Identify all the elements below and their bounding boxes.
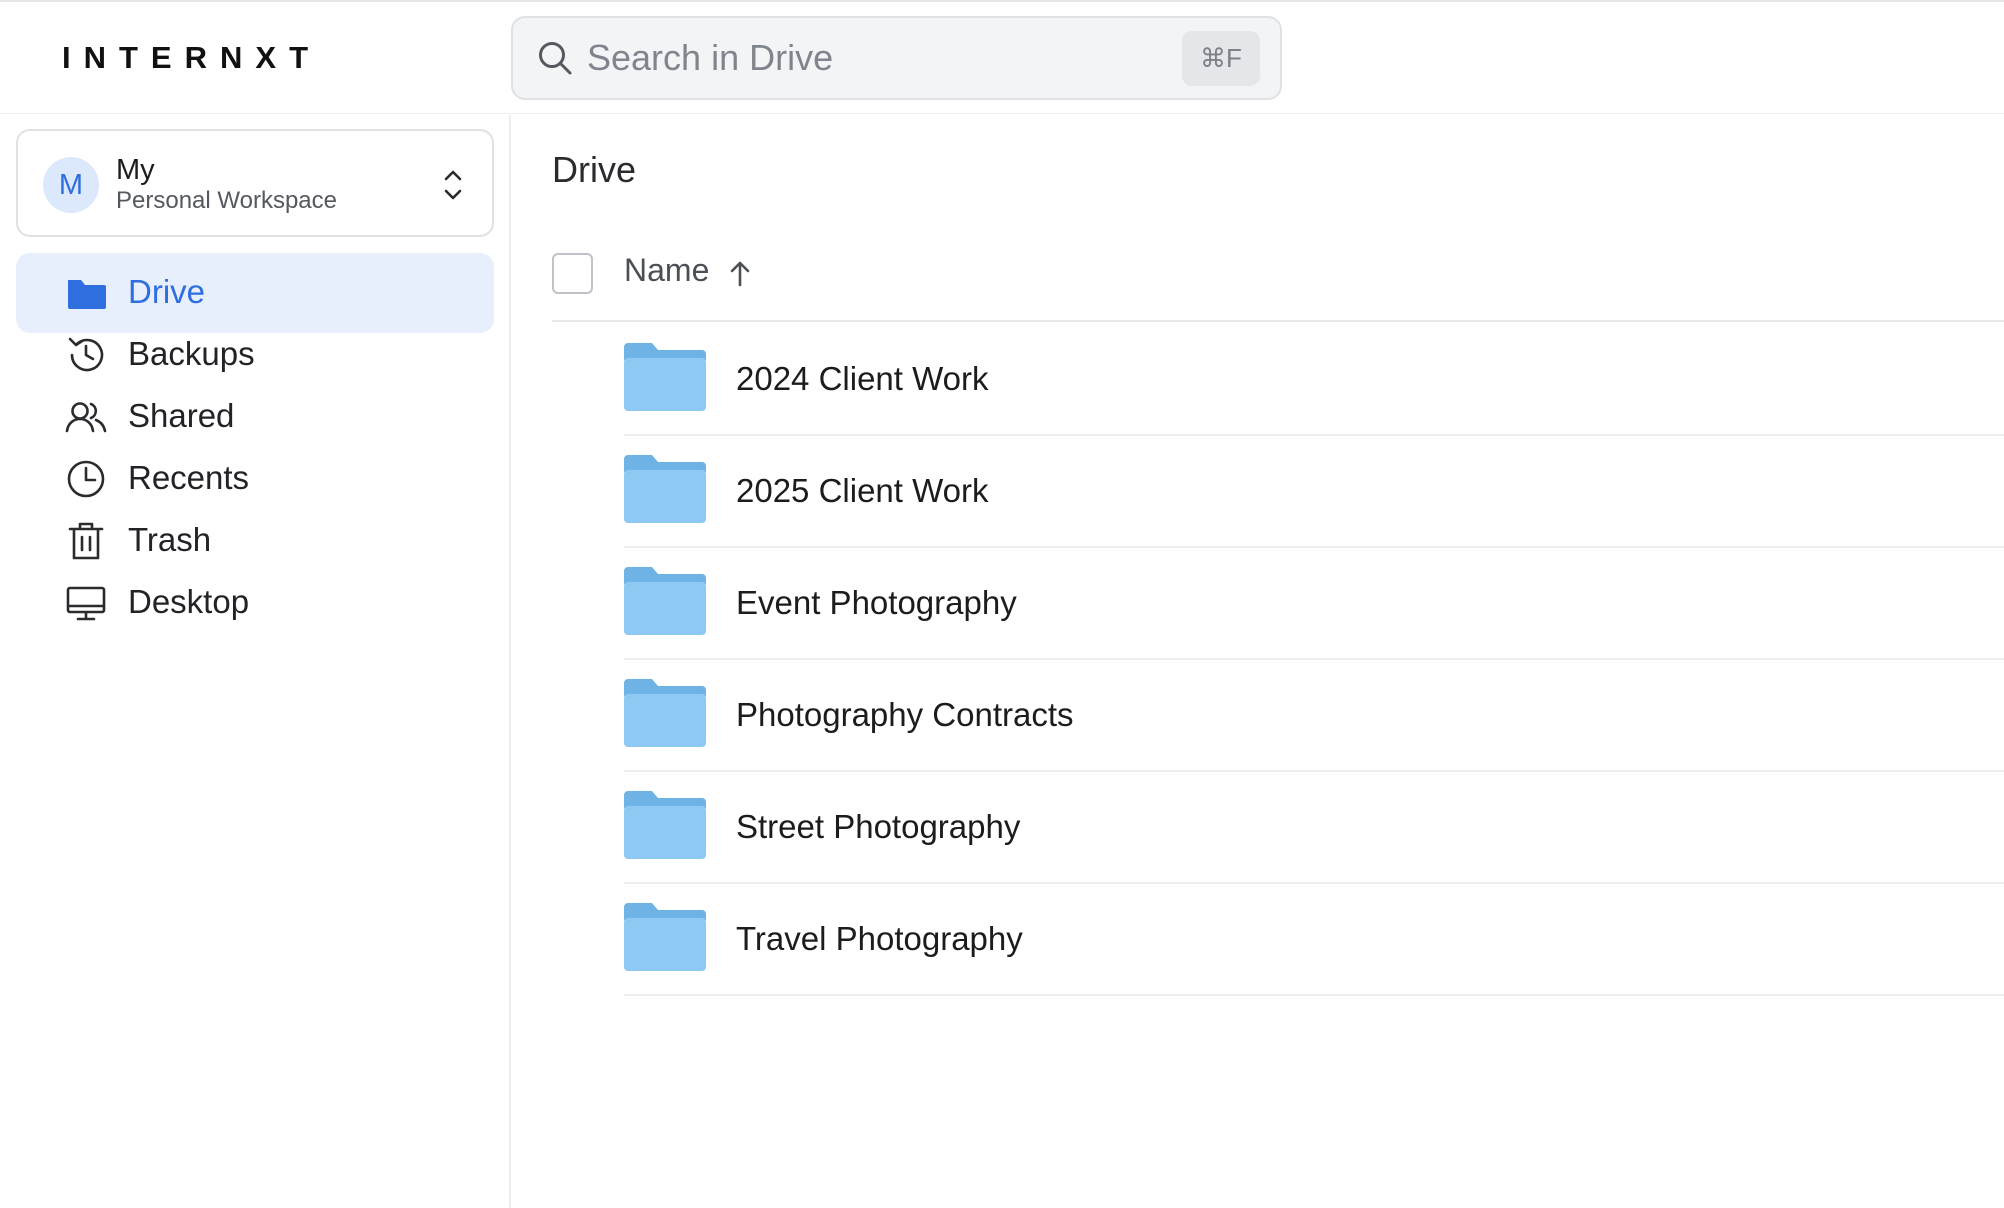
workspace-name: My bbox=[116, 154, 155, 186]
sidebar-item-label: Recents bbox=[128, 459, 250, 496]
sidebar: M My Personal Workspace Drive Backups Sh bbox=[0, 115, 511, 1208]
page-title: Drive bbox=[552, 149, 637, 190]
row-name: Travel Photography bbox=[736, 920, 1023, 957]
arrow-up-icon[interactable] bbox=[727, 259, 753, 289]
search-icon bbox=[539, 42, 572, 75]
history-icon bbox=[68, 337, 104, 372]
desktop-icon bbox=[66, 586, 106, 621]
row-name: Event Photography bbox=[736, 584, 1017, 621]
folder-icon bbox=[68, 280, 106, 309]
sidebar-item-desktop[interactable]: Desktop bbox=[16, 563, 494, 643]
table-row[interactable]: Event Photography bbox=[624, 548, 2004, 660]
table-row[interactable]: Photography Contracts bbox=[624, 660, 2004, 772]
chevron-up-down-icon bbox=[444, 170, 462, 200]
row-name: 2025 Client Work bbox=[736, 472, 989, 509]
search-shortcut-badge: ⌘F bbox=[1182, 31, 1260, 86]
internxt-logo[interactable]: INTERNXT bbox=[62, 40, 321, 76]
top-header: INTERNXT ⌘F bbox=[0, 2, 2004, 114]
clock-icon bbox=[67, 460, 105, 498]
folder-icon bbox=[624, 679, 706, 747]
users-icon bbox=[65, 402, 107, 433]
table-row[interactable]: Street Photography bbox=[624, 772, 2004, 884]
workspace-subtitle: Personal Workspace bbox=[116, 187, 337, 214]
select-all-checkbox[interactable] bbox=[552, 253, 593, 294]
row-name: 2024 Client Work bbox=[736, 360, 989, 397]
main-content: Drive Name 2024 Client Work 2025 Client … bbox=[513, 115, 2004, 1208]
sidebar-item-label: Drive bbox=[128, 273, 206, 310]
folder-icon bbox=[624, 343, 706, 411]
search-input[interactable] bbox=[587, 30, 1147, 86]
folder-icon bbox=[624, 903, 706, 971]
sidebar-item-label: Shared bbox=[128, 397, 235, 434]
sidebar-item-label: Desktop bbox=[128, 583, 250, 620]
table-header-divider bbox=[552, 320, 2004, 322]
table-row[interactable]: 2024 Client Work bbox=[624, 324, 2004, 436]
avatar: M bbox=[43, 157, 99, 213]
search-bar[interactable]: ⌘F bbox=[511, 16, 1282, 100]
sidebar-item-label: Trash bbox=[128, 521, 212, 558]
trash-icon bbox=[68, 522, 104, 560]
folder-icon bbox=[624, 791, 706, 859]
column-header-name[interactable]: Name bbox=[624, 252, 709, 289]
workspace-switcher[interactable]: M My Personal Workspace bbox=[16, 129, 494, 237]
sidebar-item-label: Backups bbox=[128, 335, 255, 372]
table-row[interactable]: Travel Photography bbox=[624, 884, 2004, 996]
folder-icon bbox=[624, 455, 706, 523]
folder-icon bbox=[624, 567, 706, 635]
row-name: Street Photography bbox=[736, 808, 1021, 845]
table-row[interactable]: 2025 Client Work bbox=[624, 436, 2004, 548]
row-name: Photography Contracts bbox=[736, 696, 1074, 733]
